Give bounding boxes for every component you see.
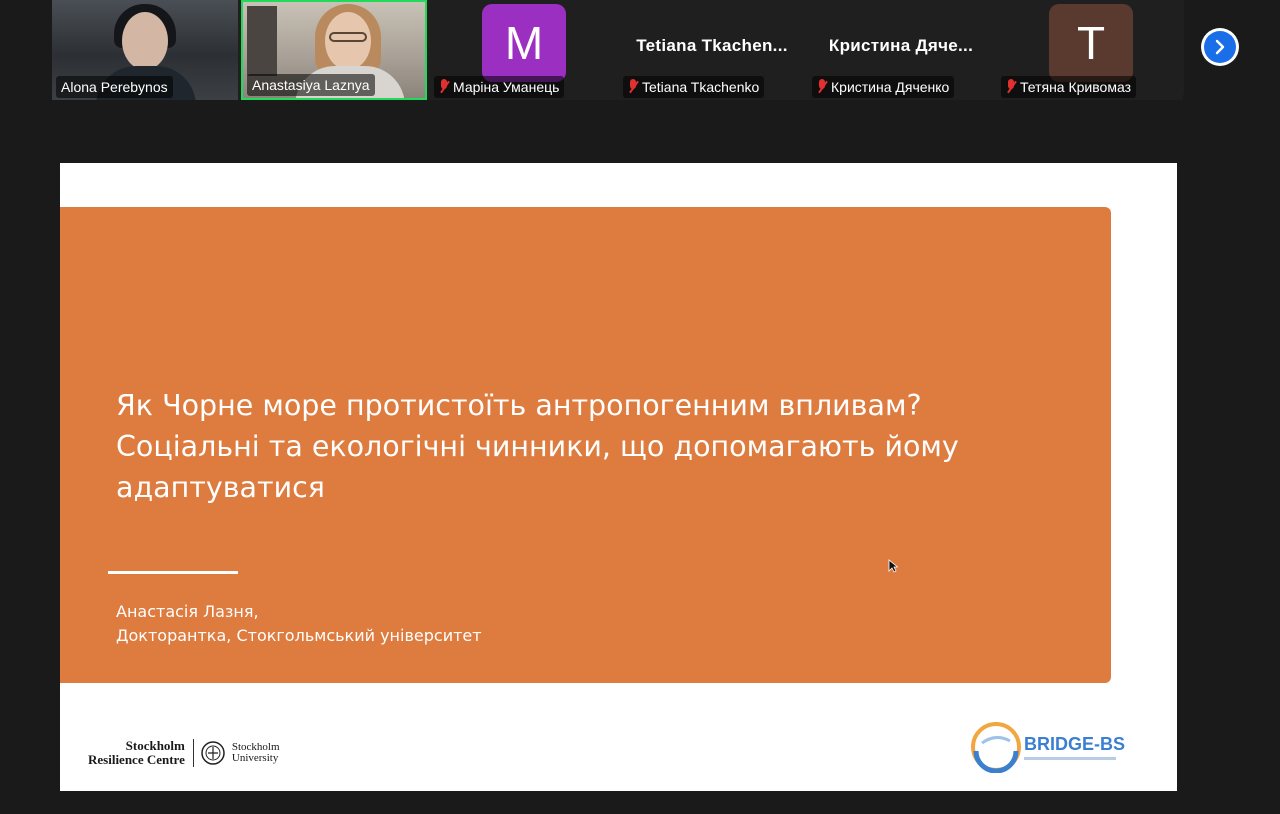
- shared-screen: Як Чорне море протистоїть антропогенним …: [60, 163, 1177, 791]
- participant-name-label: Tetiana Tkachenko: [623, 76, 765, 98]
- mic-muted-icon: [1006, 79, 1016, 95]
- stockholm-logo: Stockholm Resilience Centre Stockholm Un…: [88, 738, 280, 767]
- bridge-bs-logo: BRIDGE-BS: [970, 721, 1125, 773]
- author-name: Анастасія Лазня,: [116, 602, 259, 621]
- participant-tile-marina[interactable]: M Маріна Уманець: [430, 0, 616, 100]
- participant-name-label: Тетяна Кривомаз: [1001, 76, 1136, 98]
- participant-name-label: Anastasiya Laznya: [247, 74, 375, 96]
- mic-muted-icon: [439, 79, 449, 95]
- next-participants-button[interactable]: [1201, 28, 1239, 66]
- slide-divider: [108, 571, 238, 574]
- participant-name-label: Кристина Дяченко: [812, 76, 955, 98]
- participant-name-label: Маріна Уманець: [434, 76, 565, 98]
- participant-tile-kristina[interactable]: Кристина Дяче... Кристина Дяченко: [808, 0, 994, 100]
- participant-tile-alona[interactable]: Alona Perebynos: [52, 0, 238, 100]
- avatar: T: [1049, 4, 1133, 82]
- participant-video: [122, 12, 168, 70]
- avatar: M: [482, 4, 566, 82]
- slide-author: Анастасія Лазня, Докторантка, Стокгольмс…: [116, 600, 482, 648]
- participant-tile-anastasiya[interactable]: Anastasiya Laznya: [241, 0, 427, 100]
- chevron-right-icon: [1215, 39, 1225, 55]
- participant-display-name: Tetiana Tkachen...: [636, 36, 788, 55]
- mic-muted-icon: [628, 79, 638, 95]
- participant-name-label: Alona Perebynos: [56, 76, 173, 98]
- university-emblem-icon: [201, 741, 225, 765]
- slide-title: Як Чорне море протистоїть антропогенним …: [116, 389, 959, 504]
- participant-tile-tetyana[interactable]: T Тетяна Кривомаз: [997, 0, 1183, 100]
- mic-muted-icon: [817, 79, 827, 95]
- globe-logo-icon: [971, 722, 1021, 773]
- mouse-cursor-icon: [888, 559, 898, 573]
- author-role: Докторантка, Стокгольмський університет: [116, 626, 482, 645]
- participant-display-name: Кристина Дяче...: [828, 36, 974, 55]
- participant-tile-tetiana[interactable]: Tetiana Tkachen... Tetiana Tkachenko: [619, 0, 805, 100]
